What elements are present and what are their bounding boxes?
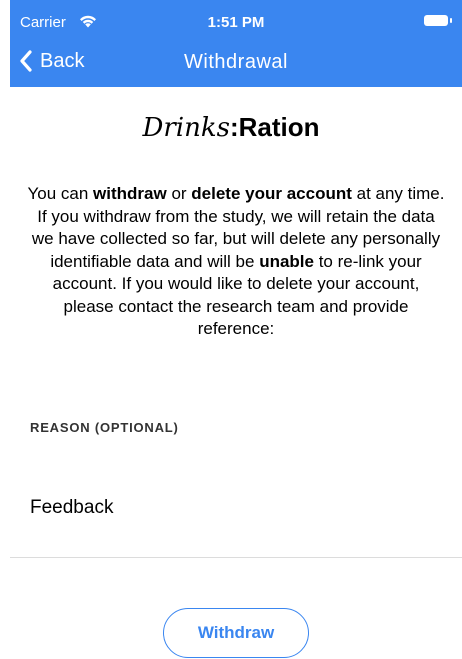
description-text: You can	[27, 184, 94, 203]
feedback-field[interactable]: Feedback	[30, 497, 113, 519]
description-text: or	[166, 184, 192, 203]
description-emphasis: unable	[259, 251, 314, 271]
logo-bold-text: Ration	[238, 112, 320, 142]
logo-separator: :	[229, 112, 239, 142]
logo-script-text: Drinks	[142, 113, 230, 143]
withdrawal-description: You can withdraw or delete your account …	[26, 183, 446, 341]
description-emphasis: delete your account	[191, 184, 352, 203]
battery-icon	[424, 15, 452, 26]
navigation-header: Carrier 1:51 PM Back Withdrawal	[10, 0, 462, 87]
clock-time: 1:51 PM	[207, 14, 265, 31]
divider	[10, 557, 462, 558]
withdraw-button[interactable]: Withdraw	[163, 608, 309, 658]
description-emphasis: withdraw	[93, 184, 167, 203]
page-title: Withdrawal	[184, 51, 288, 73]
app-logo: Drinks:Ration	[0, 112, 462, 143]
reason-section-label: REASON (OPTIONAL)	[30, 420, 179, 435]
status-bar: Carrier 1:51 PM	[10, 0, 462, 42]
